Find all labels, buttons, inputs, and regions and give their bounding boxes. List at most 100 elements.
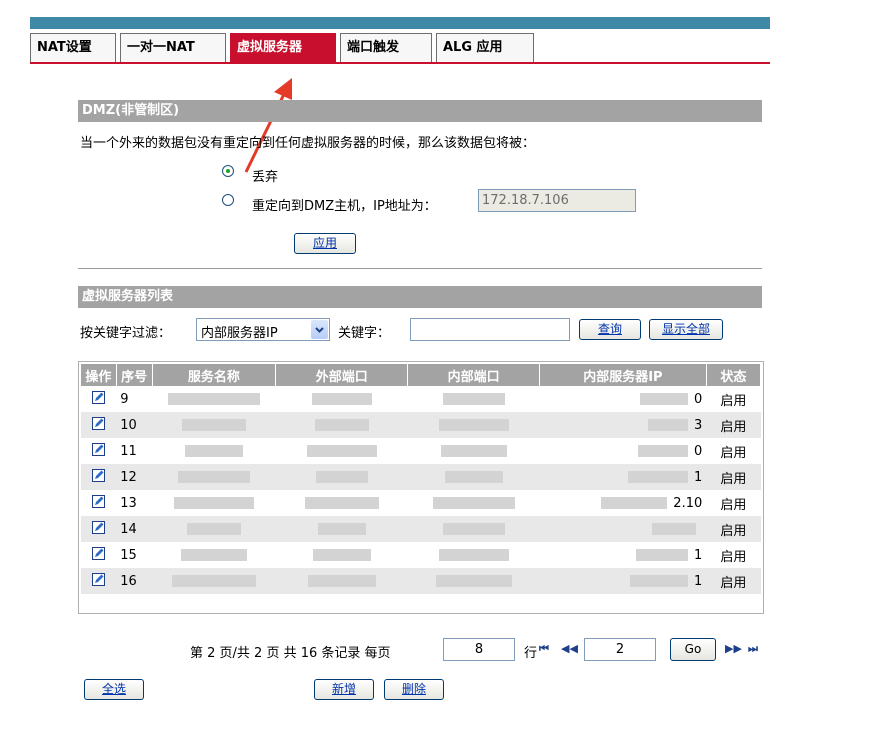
tab-underline (30, 62, 770, 64)
row-service-name (152, 464, 276, 490)
redacted-block (180, 549, 247, 561)
delete-button[interactable]: 删除 (384, 679, 444, 700)
row-internal-port (408, 542, 540, 568)
redacted-block (627, 471, 688, 483)
next-page-icon[interactable]: ▶▶ (725, 642, 742, 655)
row-index: 11 (120, 443, 137, 459)
edit-cell (81, 516, 117, 542)
row-index: 14 (116, 516, 153, 542)
row-internal-ip: 3 (539, 412, 707, 438)
tab-port-trigger[interactable]: 端口触发 (340, 33, 432, 62)
row-service-name (152, 412, 276, 438)
redacted-block (629, 575, 688, 587)
prev-page-icon[interactable]: ◀◀ (561, 642, 578, 655)
row-service-name (152, 516, 276, 542)
redacted-block (173, 497, 254, 509)
query-button[interactable]: 查询 (579, 319, 641, 340)
first-page-icon[interactable]: ⏮ (539, 642, 549, 656)
edit-icon[interactable] (92, 416, 106, 430)
row-index: 12 (116, 464, 153, 490)
top-bar (30, 17, 770, 29)
table-row: 9 0 启用 (81, 386, 761, 412)
per-page-input[interactable]: 8 (443, 638, 515, 661)
page-number-input[interactable]: 2 (584, 638, 656, 661)
server-list-title: 虚拟服务器列表 (78, 286, 762, 308)
table-row: 13 2.10 启用 (81, 490, 761, 516)
edit-icon[interactable] (92, 546, 106, 560)
tab-nat-settings[interactable]: NAT设置 (30, 33, 116, 62)
redacted-block (442, 393, 505, 405)
col-header-action: 操作 (81, 364, 117, 386)
row-internal-ip-tail: 0 (693, 443, 703, 459)
row-internal-port (408, 386, 540, 412)
tab-one-to-one-nat[interactable]: 一对一NAT (120, 33, 226, 62)
tab-alg[interactable]: ALG 应用 (436, 33, 534, 62)
table-header-row: 操作 序号 服务名称 外部端口 内部端口 内部服务器IP 状态 (81, 364, 762, 386)
row-external-port (276, 386, 408, 412)
keyword-label: 关键字： (338, 326, 391, 341)
row-status: 启用 (720, 445, 747, 461)
redacted-block (314, 419, 369, 431)
col-header-external-port: 外部端口 (275, 364, 409, 386)
row-service-name (152, 542, 276, 568)
redacted-block (307, 575, 376, 587)
edit-icon[interactable] (92, 494, 106, 508)
go-button[interactable]: Go (670, 638, 716, 661)
redacted-block (184, 445, 243, 457)
dmz-ip-field[interactable]: 172.18.7.106 (478, 189, 636, 212)
edit-icon[interactable] (92, 520, 106, 534)
row-label: 行 (524, 646, 538, 661)
show-all-button[interactable]: 显示全部 (649, 319, 723, 340)
row-status: 启用 (706, 516, 761, 542)
chevron-down-icon[interactable] (311, 320, 328, 339)
table-row: 12 1 启用 (81, 464, 761, 490)
row-internal-ip: 1 (540, 542, 707, 568)
filter-label: 按关键字过滤： (80, 326, 172, 341)
select-all-button[interactable]: 全选 (84, 679, 144, 700)
tab-virtual-server[interactable]: 虚拟服务器 (230, 33, 336, 62)
dmz-drop-radio[interactable] (222, 165, 234, 177)
row-internal-ip-tail: 1 (693, 469, 703, 485)
row-external-port (275, 568, 408, 594)
row-internal-ip-tail: 2.10 (673, 495, 703, 511)
row-internal-port (407, 464, 540, 490)
redacted-block (444, 471, 503, 483)
row-internal-port (408, 490, 540, 516)
keyword-input[interactable] (410, 318, 570, 341)
last-page-icon[interactable]: ⏭ (748, 642, 758, 656)
row-index: 16 (116, 568, 153, 594)
dmz-drop-label: 丢弃 (252, 170, 279, 185)
redacted-block (181, 419, 246, 431)
row-internal-port (407, 568, 540, 594)
edit-icon[interactable] (92, 390, 106, 404)
edit-cell (81, 386, 116, 412)
row-index: 9 (120, 391, 129, 407)
row-internal-ip: 2.10 (540, 490, 707, 516)
redacted-block (440, 445, 507, 457)
redacted-block (177, 471, 250, 483)
row-internal-port (408, 438, 540, 464)
table-row: 14 启用 (81, 516, 761, 542)
col-header-service-name: 服务名称 (152, 364, 277, 386)
add-button[interactable]: 新增 (314, 679, 374, 700)
row-internal-ip-tail: 1 (693, 547, 703, 563)
edit-icon[interactable] (92, 572, 106, 586)
col-header-index: 序号 (116, 364, 153, 386)
dmz-redirect-radio[interactable] (222, 194, 234, 206)
redacted-block (635, 549, 688, 561)
apply-button[interactable]: 应用 (294, 233, 356, 254)
redacted-block (306, 445, 377, 457)
filter-select[interactable]: 内部服务器IP (196, 318, 330, 341)
redacted-block (637, 445, 688, 457)
row-internal-port (407, 516, 540, 542)
redacted-block (171, 575, 256, 587)
row-index: 15 (120, 547, 137, 563)
edit-icon[interactable] (92, 468, 106, 482)
edit-cell (81, 438, 116, 464)
redacted-block (438, 419, 509, 431)
col-header-internal-ip: 内部服务器IP (539, 364, 707, 386)
row-external-port (275, 516, 408, 542)
edit-icon[interactable] (92, 442, 106, 456)
row-service-name (152, 568, 276, 594)
col-header-status: 状态 (706, 364, 762, 386)
